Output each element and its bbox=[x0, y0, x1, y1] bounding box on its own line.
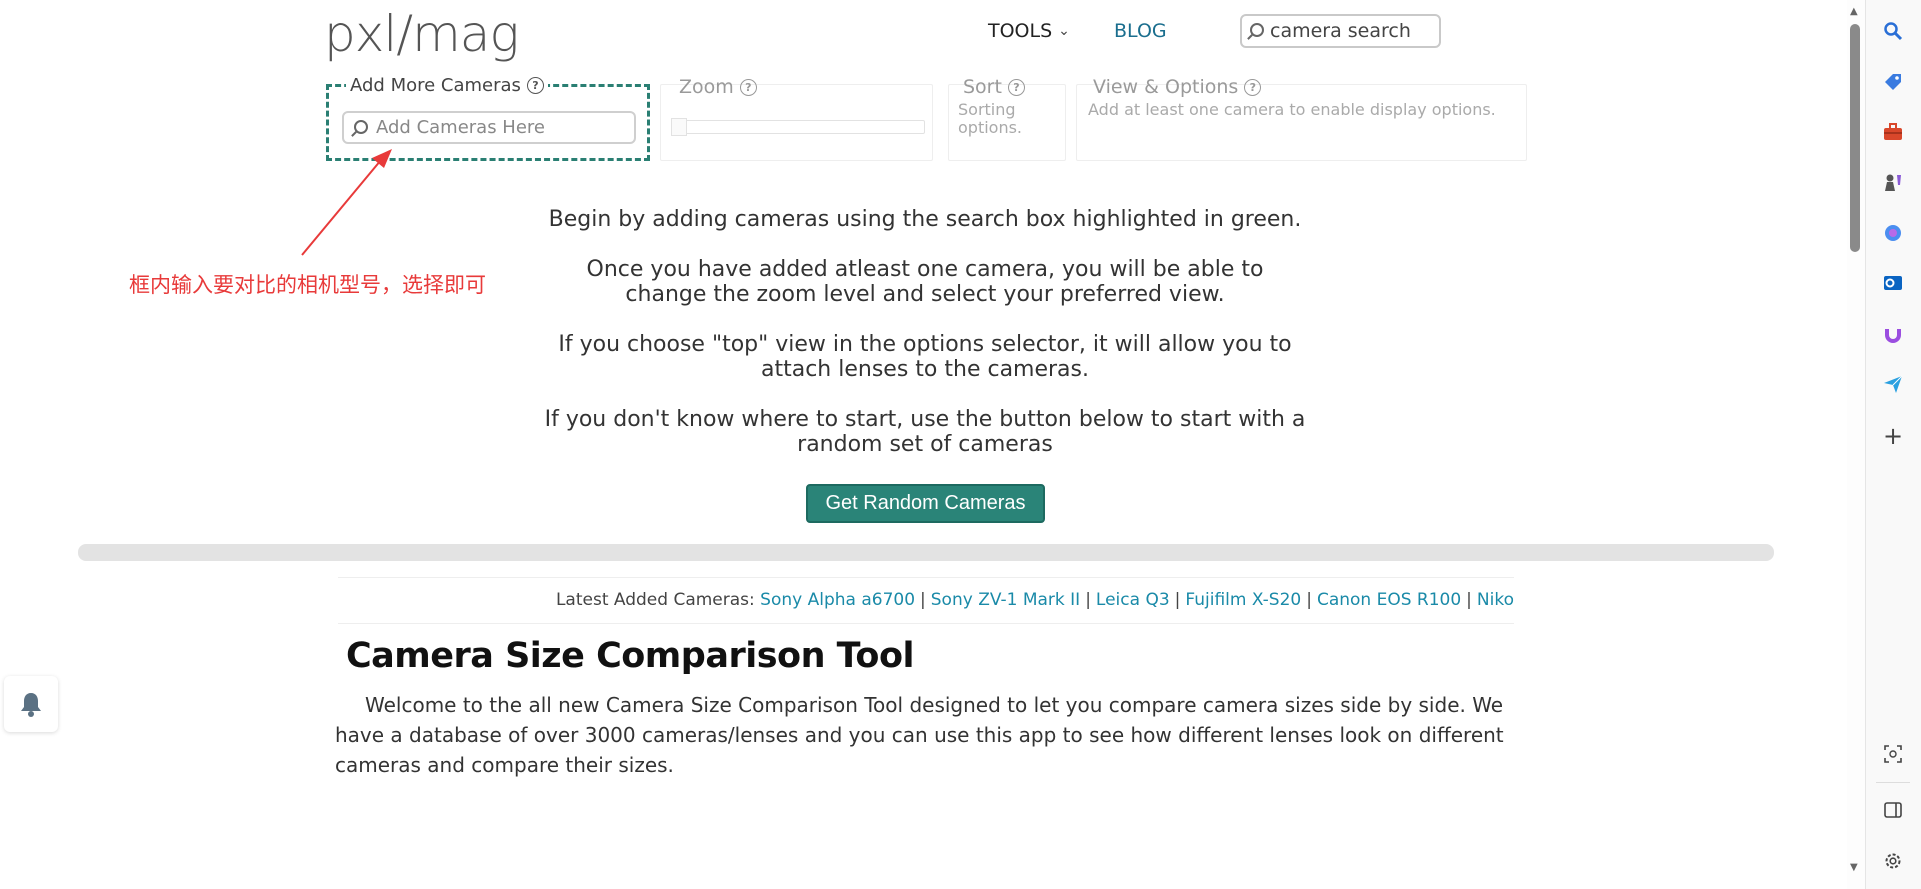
add-cameras-title: Add More Cameras ? bbox=[346, 75, 548, 96]
view-options-title-text: View & Options bbox=[1093, 76, 1239, 98]
briefcase-icon[interactable] bbox=[1880, 119, 1906, 145]
latest-camera-link[interactable]: Sony Alpha a6700 bbox=[760, 590, 915, 610]
add-cameras-placeholder: Add Cameras Here bbox=[376, 117, 545, 138]
site-logo[interactable]: pxl/mag bbox=[324, 6, 519, 62]
zoom-title-text: Zoom bbox=[679, 76, 734, 98]
add-cameras-title-text: Add More Cameras bbox=[350, 75, 521, 96]
search-icon bbox=[1250, 23, 1264, 37]
latest-camera-link[interactable]: Sony ZV-1 Mark II bbox=[931, 590, 1080, 610]
separator: | bbox=[1085, 590, 1091, 610]
help-icon[interactable]: ? bbox=[1244, 78, 1262, 96]
get-random-cameras-button[interactable]: Get Random Cameras bbox=[806, 484, 1045, 523]
latest-camera-link[interactable]: Fujifilm X-S20 bbox=[1185, 590, 1301, 610]
view-options-hint: Add at least one camera to enable displa… bbox=[1088, 100, 1496, 119]
nav-blog-link[interactable]: BLOG bbox=[1114, 20, 1167, 42]
send-icon[interactable] bbox=[1880, 371, 1906, 397]
plus-icon[interactable]: + bbox=[1880, 422, 1906, 450]
intro-paragraph-3: If you choose "top" view in the options … bbox=[558, 332, 1292, 382]
chess-icon[interactable] bbox=[1880, 169, 1906, 195]
latest-cameras-strip: Latest Added Cameras: Sony Alpha a6700 | S… bbox=[338, 577, 1514, 624]
search-icon bbox=[354, 119, 368, 134]
scrollbar-thumb[interactable] bbox=[1850, 24, 1860, 252]
separator: | bbox=[1174, 590, 1181, 610]
help-icon[interactable]: ? bbox=[739, 78, 757, 96]
intro-paragraph-2: Once you have added atleast one camera, … bbox=[586, 257, 1264, 307]
latest-camera-link[interactable]: Leica Q3 bbox=[1096, 590, 1170, 610]
camera-search-placeholder: camera search bbox=[1270, 20, 1411, 42]
sort-title-text: Sort bbox=[963, 76, 1002, 98]
zoom-slider[interactable] bbox=[671, 120, 925, 134]
annotation-text: 框内输入要对比的相机型号，选择即可 bbox=[129, 273, 486, 297]
sidebar-separator bbox=[1876, 782, 1910, 783]
gear-icon[interactable] bbox=[1880, 848, 1906, 874]
separator: | bbox=[1306, 590, 1312, 610]
sort-hint: Sorting options. bbox=[958, 100, 1023, 137]
search-icon[interactable] bbox=[1880, 18, 1906, 44]
separator: | bbox=[1466, 590, 1472, 610]
view-options-title: View & Options ? bbox=[1093, 76, 1262, 98]
zoom-slider-handle[interactable] bbox=[671, 118, 687, 136]
help-icon[interactable]: ? bbox=[1007, 78, 1025, 96]
latest-camera-link[interactable]: Niko bbox=[1477, 590, 1514, 610]
screenshot-icon[interactable] bbox=[1880, 741, 1906, 767]
scroll-up-arrow[interactable]: ▲ bbox=[1850, 6, 1858, 17]
page-title: Camera Size Comparison Tool bbox=[346, 636, 915, 676]
tag-icon[interactable] bbox=[1880, 69, 1906, 95]
scroll-down-arrow[interactable]: ▼ bbox=[1850, 862, 1858, 873]
chevron-down-icon: ⌄ bbox=[1058, 23, 1070, 39]
sort-title: Sort ? bbox=[963, 76, 1025, 98]
camera-search-input[interactable]: camera search bbox=[1240, 14, 1441, 48]
outlook-icon[interactable] bbox=[1880, 270, 1906, 296]
welcome-paragraph: Welcome to the all new Camera Size Compa… bbox=[335, 693, 1504, 777]
magnet-icon[interactable] bbox=[1880, 321, 1906, 347]
latest-cameras-label: Latest Added Cameras: bbox=[555, 590, 755, 610]
split-view-icon[interactable] bbox=[1880, 797, 1906, 823]
notification-bell[interactable] bbox=[4, 676, 58, 732]
intro-paragraph-4: If you don't know where to start, use th… bbox=[544, 407, 1306, 457]
nav-tools-label: TOOLS bbox=[988, 20, 1053, 42]
bell-icon bbox=[21, 693, 41, 717]
copilot-icon[interactable] bbox=[1880, 220, 1906, 246]
zoom-title: Zoom ? bbox=[679, 76, 757, 98]
add-cameras-input[interactable]: Add Cameras Here bbox=[342, 111, 636, 144]
help-icon[interactable]: ? bbox=[526, 77, 544, 94]
separator: | bbox=[920, 590, 926, 610]
nav-tools-menu[interactable]: TOOLS ⌄ bbox=[988, 20, 1070, 42]
latest-camera-link[interactable]: Canon EOS R100 bbox=[1317, 590, 1461, 610]
page: pxl/mag TOOLS ⌄ BLOG camera search Add M… bbox=[0, 0, 1921, 889]
intro-paragraph-1: Begin by adding cameras using the search… bbox=[548, 207, 1302, 232]
divider-bar bbox=[78, 544, 1774, 561]
